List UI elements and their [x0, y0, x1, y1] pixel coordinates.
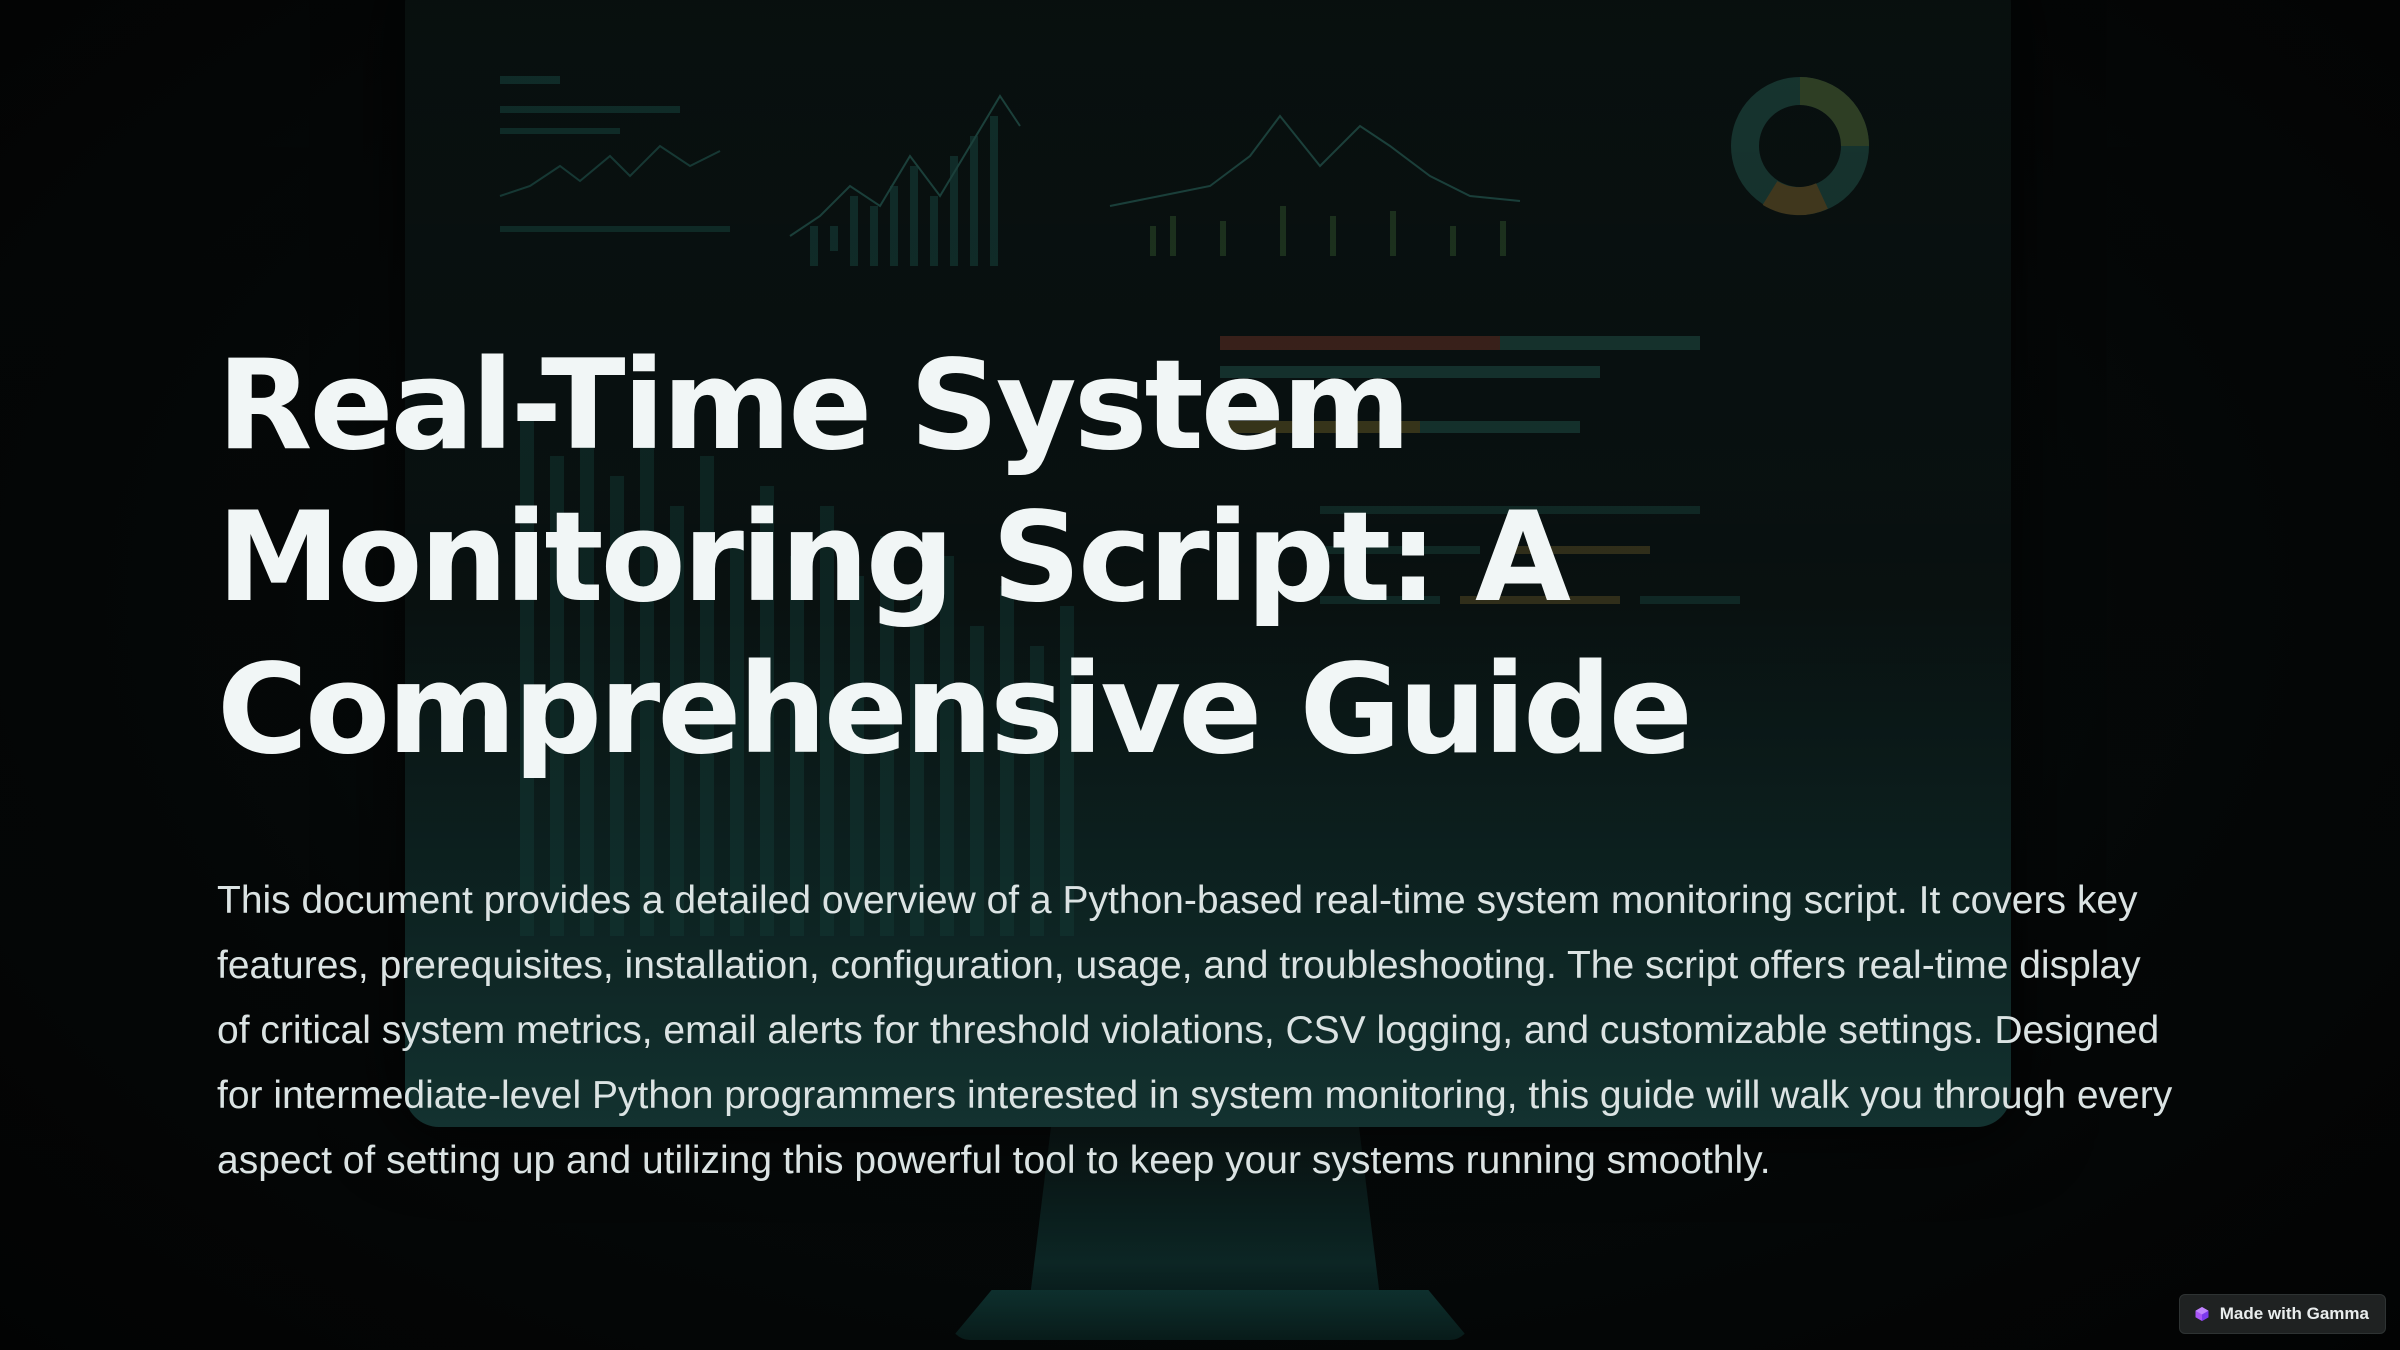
- slide-description: This document provides a detailed overvi…: [217, 879, 2173, 1182]
- gamma-logo-icon: [2194, 1306, 2210, 1322]
- slide-title: Real-Time System Monitoring Script: A Co…: [217, 334, 1693, 782]
- slide-content: Real-Time System Monitoring Script: A Co…: [217, 330, 2217, 1193]
- made-with-gamma-button[interactable]: Made with Gamma: [2178, 1294, 2386, 1334]
- slide: Real-Time System Monitoring Script: A Co…: [0, 0, 2400, 1350]
- made-with-gamma-label: Made with Gamma: [2219, 1304, 2369, 1323]
